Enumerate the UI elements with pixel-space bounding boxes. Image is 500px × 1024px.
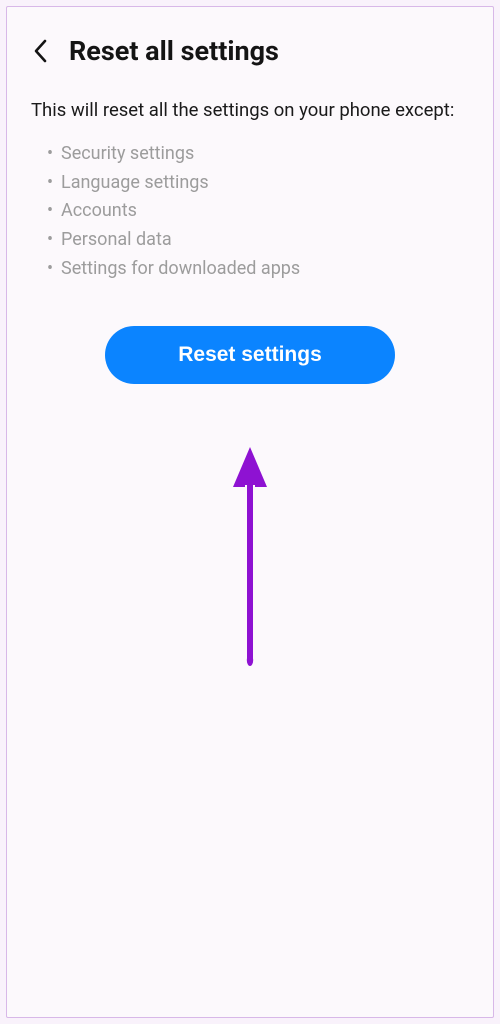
list-item: Accounts: [47, 197, 469, 226]
settings-screen: Reset all settings This will reset all t…: [6, 6, 494, 1018]
exception-list: Security settings Language settings Acco…: [31, 140, 469, 284]
page-title: Reset all settings: [69, 35, 279, 67]
annotation-arrow-icon: [225, 447, 275, 671]
reset-settings-button[interactable]: Reset settings: [105, 326, 395, 384]
header: Reset all settings: [31, 35, 469, 67]
list-item: Settings for downloaded apps: [47, 255, 469, 284]
list-item: Security settings: [47, 140, 469, 169]
list-item: Personal data: [47, 226, 469, 255]
back-icon[interactable]: [31, 38, 51, 64]
list-item: Language settings: [47, 169, 469, 198]
description-text: This will reset all the settings on your…: [31, 97, 469, 124]
button-container: Reset settings: [31, 326, 469, 384]
